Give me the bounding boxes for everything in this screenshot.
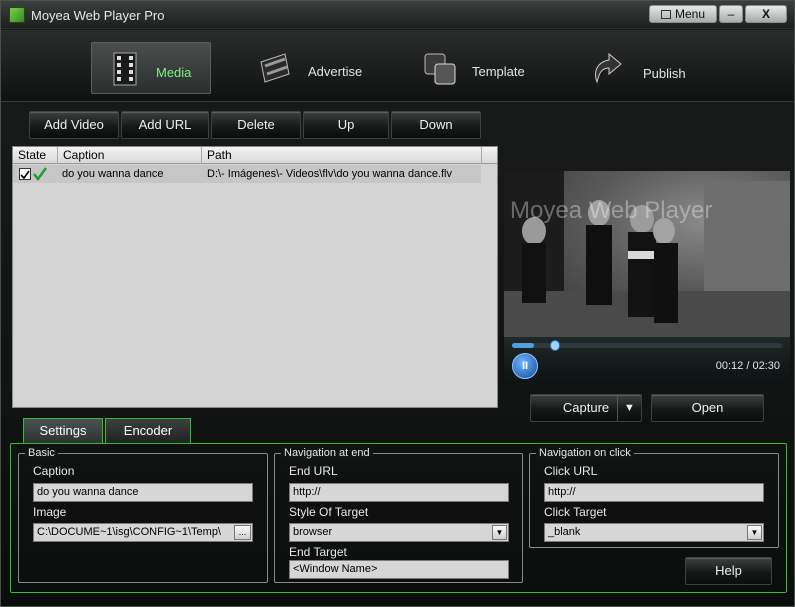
- end-url-field[interactable]: http://: [289, 483, 509, 502]
- tab-template[interactable]: Template: [419, 42, 549, 94]
- seek-bar[interactable]: [512, 340, 782, 351]
- tab-settings[interactable]: Settings: [23, 418, 103, 444]
- tab-encoder[interactable]: Encoder: [105, 418, 191, 444]
- tab-media[interactable]: Media: [91, 42, 211, 94]
- video-preview[interactable]: Moyea Web Player II 00:12 / 02:30: [504, 171, 790, 383]
- publish-arrow-icon: [595, 52, 622, 84]
- image-label: Image: [33, 505, 67, 519]
- nav-click-title: Navigation on click: [536, 447, 634, 459]
- capture-label: Capture: [562, 400, 610, 415]
- seek-handle[interactable]: [549, 340, 560, 351]
- chevron-down-icon[interactable]: ▼: [747, 525, 762, 540]
- menu-icon: [660, 10, 671, 19]
- pause-icon: II: [521, 360, 529, 372]
- click-url-field[interactable]: http://: [544, 483, 764, 502]
- capture-dropdown-icon[interactable]: ▼: [617, 395, 641, 421]
- help-button[interactable]: Help: [685, 557, 772, 585]
- time-display: 00:12 / 02:30: [715, 360, 780, 372]
- film-strip-icon: [260, 53, 290, 83]
- caption-label: Caption: [33, 464, 75, 478]
- row-caption: do you wanna dance: [62, 168, 164, 180]
- close-button[interactable]: X: [745, 5, 787, 23]
- style-of-target-label: Style Of Target: [289, 505, 369, 519]
- main-nav: Media Advertise Template Publish: [1, 30, 794, 102]
- check-icon: [20, 170, 30, 180]
- basic-group-title: Basic: [25, 447, 58, 459]
- open-button[interactable]: Open: [651, 394, 764, 422]
- basic-group: Basic Caption do you wanna dance Image C…: [18, 447, 268, 583]
- chevron-down-icon[interactable]: ▼: [492, 525, 507, 540]
- row-path: D:\- Imágenes\- Videos\flv\do you wanna …: [207, 168, 452, 180]
- video-frame-image: [504, 171, 790, 337]
- tab-advertise-label: Advertise: [308, 64, 363, 79]
- up-button[interactable]: Up: [303, 111, 389, 139]
- menu-label: Menu: [674, 7, 706, 21]
- app-logo-icon: [9, 7, 25, 23]
- player-controls: II 00:12 / 02:30: [504, 337, 790, 383]
- image-field[interactable]: C:\DOCUME~1\isg\CONFIG~1\Temp\ ...: [33, 523, 253, 542]
- tab-publish[interactable]: Publish: [585, 42, 705, 94]
- end-url-label: End URL: [289, 464, 338, 478]
- pause-button[interactable]: II: [512, 353, 538, 379]
- browse-button[interactable]: ...: [234, 525, 251, 540]
- column-path[interactable]: Path: [202, 147, 482, 164]
- tab-media-label: Media: [156, 65, 192, 80]
- down-button[interactable]: Down: [391, 111, 481, 139]
- click-url-label: Click URL: [544, 464, 598, 478]
- menu-button[interactable]: Menu: [649, 5, 717, 23]
- row-checkbox[interactable]: [19, 168, 31, 180]
- capture-button[interactable]: Capture ▼: [530, 394, 642, 422]
- style-of-target-value: browser: [293, 526, 333, 538]
- delete-button[interactable]: Delete: [211, 111, 301, 139]
- image-path-value: C:\DOCUME~1\isg\CONFIG~1\Temp\: [37, 526, 221, 538]
- tab-advertise[interactable]: Advertise: [253, 42, 373, 94]
- click-target-value: _blank: [548, 526, 581, 538]
- column-state[interactable]: State: [13, 147, 58, 164]
- window-title: Moyea Web Player Pro: [31, 8, 165, 23]
- minimize-button[interactable]: –: [719, 5, 743, 23]
- tab-publish-label: Publish: [643, 66, 686, 81]
- click-target-label: Click Target: [544, 505, 607, 519]
- app-window: Moyea Web Player Pro Menu – X Media Adve…: [0, 0, 795, 607]
- media-list[interactable]: State Caption Path do you wanna dance D:…: [12, 146, 498, 408]
- column-caption[interactable]: Caption: [58, 147, 202, 164]
- click-target-select[interactable]: _blank ▼: [544, 523, 764, 542]
- tab-template-label: Template: [472, 64, 525, 79]
- navigation-at-end-group: Navigation at end End URL http:// Style …: [274, 447, 523, 583]
- table-row[interactable]: do you wanna dance D:\- Imágenes\- Video…: [13, 165, 481, 183]
- end-target-label: End Target: [289, 545, 347, 559]
- template-icon: [424, 53, 456, 85]
- add-video-button[interactable]: Add Video: [29, 111, 119, 139]
- end-target-field[interactable]: <Window Name>: [289, 560, 509, 579]
- video-frame: Moyea Web Player: [504, 171, 790, 337]
- add-url-button[interactable]: Add URL: [121, 111, 209, 139]
- style-of-target-select[interactable]: browser ▼: [289, 523, 509, 542]
- watermark-text: Moyea Web Player: [510, 197, 713, 224]
- nav-end-title: Navigation at end: [281, 447, 373, 459]
- seek-progress: [512, 343, 534, 348]
- ready-check-icon: [33, 167, 47, 181]
- navigation-on-click-group: Navigation on click Click URL http:// Cl…: [529, 447, 779, 548]
- title-bar: Moyea Web Player Pro Menu – X: [1, 1, 794, 29]
- film-reel-icon: [113, 52, 137, 86]
- media-list-header: State Caption Path: [13, 147, 497, 164]
- caption-field[interactable]: do you wanna dance: [33, 483, 253, 502]
